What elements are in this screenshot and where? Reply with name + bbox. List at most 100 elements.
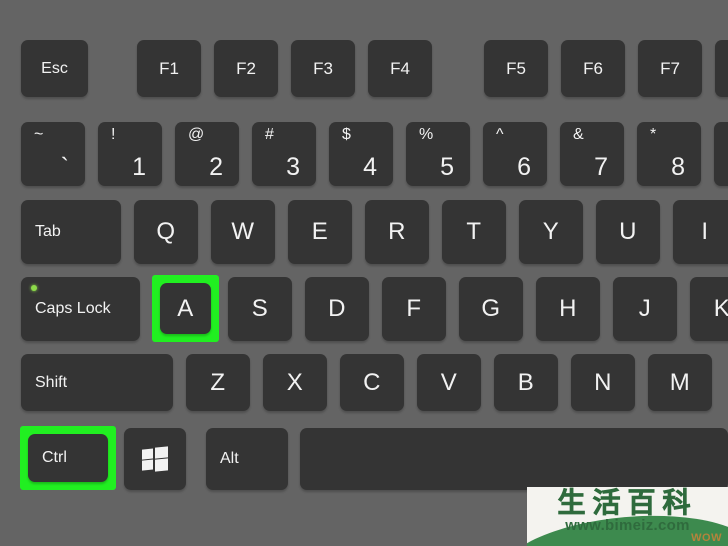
key-z-label: Z [210, 368, 226, 396]
key-w-label: W [231, 218, 255, 245]
key-1[interactable]: ! 1 [98, 122, 162, 186]
key-f1[interactable]: F1 [137, 40, 201, 97]
key-a[interactable]: A [160, 283, 211, 334]
key-f4[interactable]: F4 [368, 40, 432, 97]
key-1-symbol: ! [111, 126, 116, 143]
watermark-chinese-text: 生活百科 [557, 487, 698, 519]
key-v[interactable]: V [417, 354, 481, 411]
key-f7-label: F7 [660, 58, 680, 78]
key-r-label: R [388, 218, 406, 245]
key-f6-label: F6 [583, 58, 603, 78]
key-shift-left-label: Shift [35, 373, 68, 391]
key-v-label: V [440, 368, 458, 396]
key-9[interactable]: (9 [714, 122, 728, 186]
key-m-label: M [669, 368, 691, 396]
key-z[interactable]: Z [186, 354, 250, 411]
key-8-digit: 8 [671, 153, 685, 181]
key-1-digit: 1 [132, 153, 146, 181]
key-3[interactable]: #3 [252, 122, 316, 186]
key-escape-label: Esc [41, 59, 68, 77]
key-4-symbol: $ [342, 126, 351, 143]
key-s[interactable]: S [228, 277, 292, 341]
key-4[interactable]: $4 [329, 122, 393, 186]
key-6-symbol: ^ [496, 126, 504, 143]
key-6[interactable]: ^ 6 [483, 122, 547, 186]
key-6-digit: 6 [517, 153, 531, 181]
key-f2[interactable]: F2 [214, 40, 278, 97]
key-m[interactable]: M [648, 354, 712, 411]
key-u[interactable]: U [596, 200, 660, 264]
key-ctrl-left[interactable]: Ctrl [28, 434, 108, 482]
key-alt-left-label: Alt [220, 450, 239, 467]
key-5-digit: 5 [440, 153, 454, 181]
key-7-symbol: & [573, 126, 584, 143]
key-c[interactable]: C [340, 354, 404, 411]
key-2-digit: 2 [209, 153, 223, 181]
key-a-label: A [177, 294, 194, 322]
key-b-label: B [517, 368, 535, 396]
key-3-symbol: # [265, 126, 274, 143]
key-escape[interactable]: Esc [21, 40, 88, 97]
key-tab[interactable]: Tab [21, 200, 121, 264]
key-8[interactable]: * 8 [637, 122, 701, 186]
keyboard: EscF1F2F3F4F5F6F7F8~`!1@2#3$4%5^6&7*8(9T… [0, 0, 728, 546]
key-f7[interactable]: F7 [638, 40, 702, 97]
key-4-digit: 4 [363, 153, 377, 181]
key-h[interactable]: H [536, 277, 600, 341]
key-7-digit: 7 [594, 153, 608, 181]
key-u-label: U [619, 218, 637, 245]
key-f2-label: F2 [236, 58, 256, 78]
key-k[interactable]: K [690, 277, 728, 341]
key-n-label: N [594, 368, 612, 396]
key-n[interactable]: N [571, 354, 635, 411]
key-k-label: K [713, 295, 728, 322]
key-2[interactable]: @2 [175, 122, 239, 186]
key-caps-lock[interactable]: Caps Lock [21, 277, 140, 341]
key-j-label: J [638, 295, 652, 322]
watermark-sub-text: WOW [691, 532, 722, 544]
key-f[interactable]: F [382, 277, 446, 341]
key-i-label: I [701, 218, 709, 245]
key-d[interactable]: D [305, 277, 369, 341]
key-caps-lock-label: Caps Lock [35, 300, 111, 317]
caps-lock-led-icon [31, 285, 37, 291]
key-f3[interactable]: F3 [291, 40, 355, 97]
key-y-label: Y [542, 218, 560, 245]
key-alt-left[interactable]: Alt [206, 428, 288, 490]
key-8-symbol: * [650, 126, 657, 143]
key-c-label: C [363, 368, 381, 396]
key-f4-label: F4 [390, 58, 410, 78]
key-x[interactable]: X [263, 354, 327, 411]
key-windows[interactable] [124, 428, 186, 490]
key-t[interactable]: T [442, 200, 506, 264]
key-q[interactable]: Q [134, 200, 198, 264]
windows-logo-icon [142, 446, 168, 472]
key-q-label: Q [156, 218, 176, 245]
key-5-symbol: % [419, 126, 434, 143]
key-e-label: E [311, 218, 329, 245]
key-b[interactable]: B [494, 354, 558, 411]
key-3-digit: 3 [286, 153, 300, 181]
key-e[interactable]: E [288, 200, 352, 264]
key-y[interactable]: Y [519, 200, 583, 264]
key-w[interactable]: W [211, 200, 275, 264]
key-d-label: D [328, 295, 346, 322]
key-space[interactable] [300, 428, 728, 490]
key-j[interactable]: J [613, 277, 677, 341]
key-7[interactable]: & 7 [560, 122, 624, 186]
key-f3-label: F3 [313, 58, 333, 78]
key-g[interactable]: G [459, 277, 523, 341]
key-i[interactable]: I [673, 200, 728, 264]
key-5[interactable]: % 5 [406, 122, 470, 186]
key-f-label: F [406, 295, 422, 322]
site-watermark: 生活百科 www.bimeiz.com WOW [527, 487, 728, 546]
key-backtick[interactable]: ~ ` [21, 122, 85, 186]
key-g-label: G [481, 295, 501, 322]
key-s-label: S [251, 295, 269, 322]
key-f5[interactable]: F5 [484, 40, 548, 97]
key-2-symbol: @ [188, 126, 205, 143]
key-shift-left[interactable]: Shift [21, 354, 173, 411]
key-f6[interactable]: F6 [561, 40, 625, 97]
key-r[interactable]: R [365, 200, 429, 264]
key-f8[interactable]: F8 [715, 40, 728, 97]
